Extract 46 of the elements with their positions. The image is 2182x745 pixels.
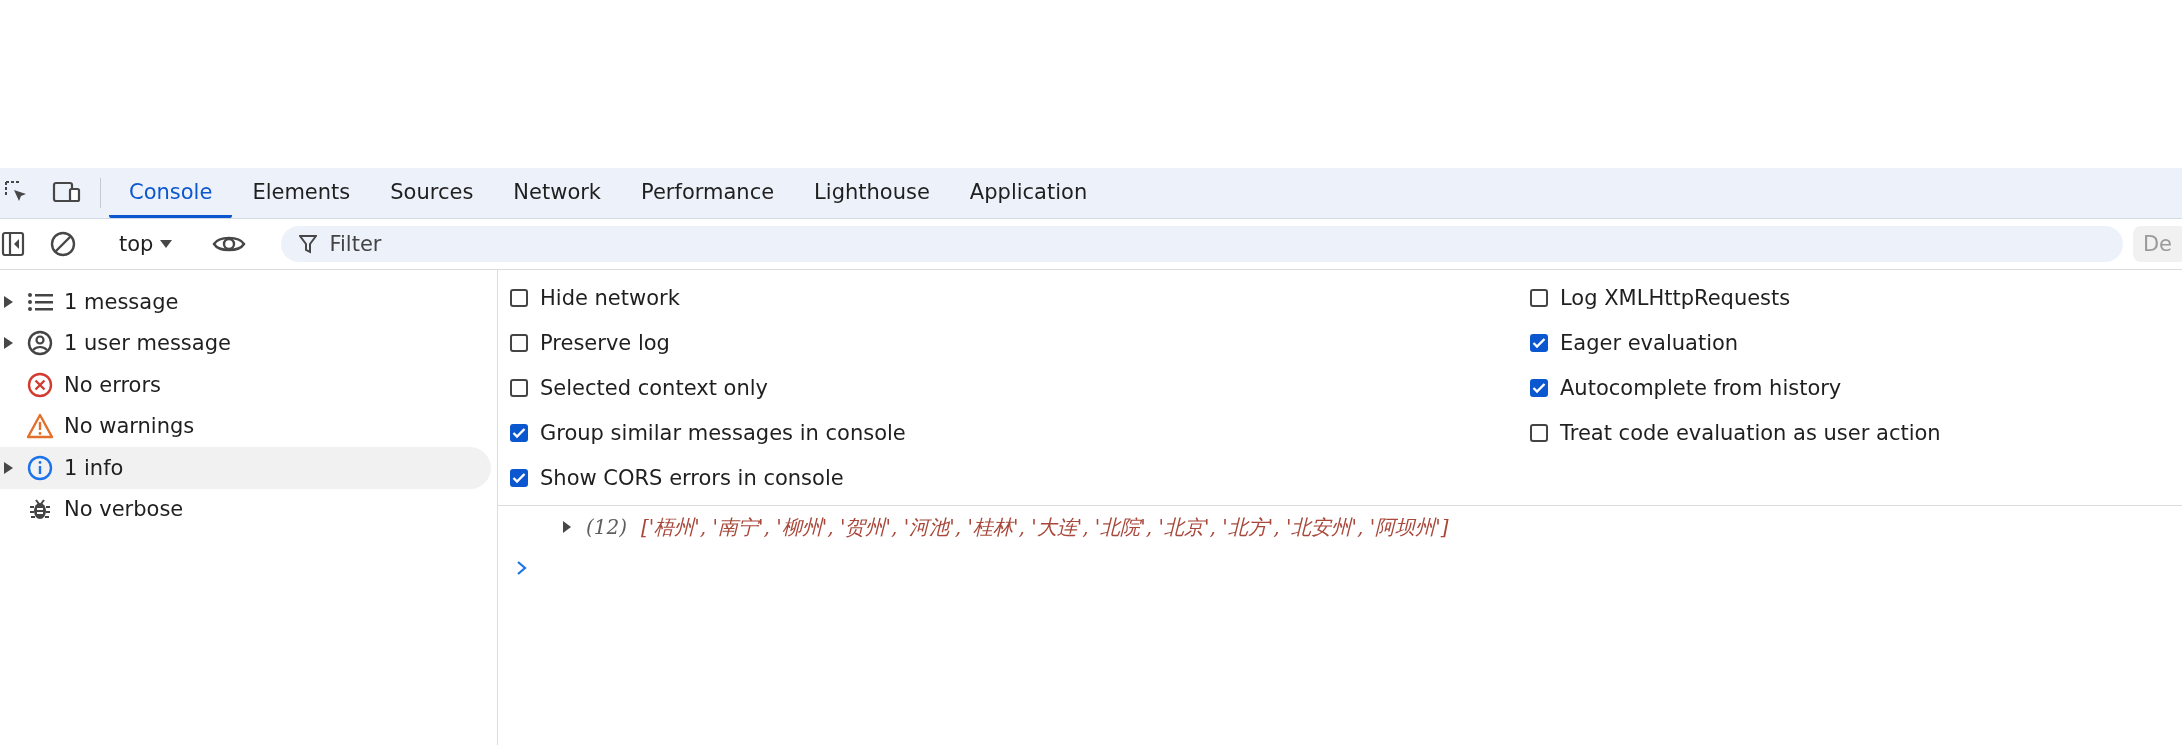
info-icon [26,454,54,481]
panel-tab[interactable]: Elements [232,168,371,218]
expand-arrow-icon[interactable] [3,336,13,351]
sidebar-item[interactable]: 1 info [0,447,491,489]
sidebar-item[interactable]: No verbose [0,488,491,530]
warning-icon [26,413,54,440]
caret-icon [159,239,174,249]
checkbox[interactable] [1530,288,1548,307]
expand-arrow-icon[interactable] [3,294,13,309]
setting-checkbox[interactable]: Autocomplete from history [1530,365,2182,410]
setting-checkbox[interactable]: Treat code evaluation as user action [1530,410,2182,455]
checkbox[interactable] [510,333,528,352]
sidebar-item[interactable]: No warnings [0,405,491,447]
panel-tab[interactable]: Console [109,168,233,218]
array-length: (12) [586,515,628,539]
user-icon [26,330,54,357]
context-dropdown[interactable]: top [105,232,188,256]
checkbox[interactable] [510,378,528,397]
setting-checkbox[interactable]: Eager evaluation [1530,320,2182,365]
checkbox[interactable] [510,468,528,487]
setting-checkbox[interactable]: Show CORS errors in console [510,455,1530,500]
panel-tab[interactable]: Performance [621,168,795,218]
setting-checkbox[interactable]: Selected context only [510,365,1530,410]
filter-icon [299,234,318,254]
setting-checkbox[interactable]: Hide network [510,275,1530,320]
panel-tab[interactable]: Network [493,168,622,218]
sidebar-item[interactable]: No errors [0,364,491,406]
error-icon [26,371,54,398]
expand-arrow-icon[interactable] [562,521,572,533]
setting-checkbox[interactable]: Log XMLHttpRequests [1530,275,2182,320]
checkbox[interactable] [510,288,528,307]
filter-field[interactable]: Filter [281,226,2123,262]
checkbox[interactable] [510,423,528,442]
setting-checkbox[interactable]: Group similar messages in console [510,410,1530,455]
prompt-chevron-icon [516,560,528,576]
expand-arrow-icon[interactable] [3,460,13,475]
sidebar-item[interactable]: 1 message [0,281,491,323]
checkbox[interactable] [1530,333,1548,352]
array-preview: ['梧州', '南宁', '柳州', '贺州', '河池', '桂林', '大连', '北院', '北京', '北方', '北安州', '阿坝州'] [641,513,1449,541]
panel-tab[interactable]: Application [949,168,1108,218]
panel-tab[interactable]: Sources [370,168,494,218]
checkbox[interactable] [1530,378,1548,397]
setting-checkbox[interactable]: Preserve log [510,320,1530,365]
checkbox[interactable] [1530,423,1548,442]
sidebar-item[interactable]: 1 user message [0,322,491,364]
panel-tab[interactable]: Lighthouse [794,168,950,218]
